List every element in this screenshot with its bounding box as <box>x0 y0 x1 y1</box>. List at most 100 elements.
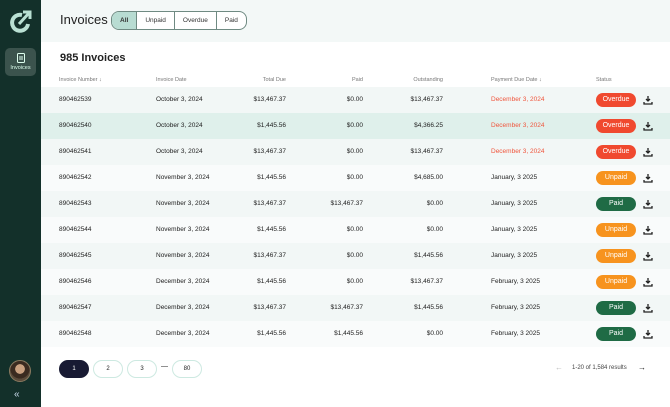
table-row[interactable]: 890462548 December 3, 2024 $1,445.56 $1,… <box>41 321 670 347</box>
paid-amount: $0.00 <box>346 174 363 181</box>
col-total-due[interactable]: Total Due <box>226 77 286 83</box>
status-badge: Unpaid <box>596 171 636 185</box>
paid-amount: $13,467.37 <box>330 200 363 207</box>
payment-due-date: January, 3 2025 <box>491 226 538 233</box>
invoice-date: November 3, 2024 <box>156 200 210 207</box>
sidebar-item-label: Invoices <box>10 65 31 71</box>
col-invoice-date[interactable]: Invoice Date <box>156 77 187 83</box>
invoice-date: November 3, 2024 <box>156 226 210 233</box>
outstanding-amount: $1,445.56 <box>414 304 443 311</box>
filter-all[interactable]: All <box>112 12 137 29</box>
invoice-date: November 3, 2024 <box>156 174 210 181</box>
payment-due-date: January, 3 2025 <box>491 252 538 259</box>
invoice-number: 890462543 <box>59 200 92 207</box>
page-80-button[interactable]: 80 <box>172 360 202 378</box>
download-icon[interactable] <box>643 303 653 313</box>
download-icon[interactable] <box>643 251 653 261</box>
paid-amount: $1,445.56 <box>334 330 363 337</box>
invoice-date: December 3, 2024 <box>156 304 210 311</box>
paid-amount: $0.00 <box>346 226 363 233</box>
invoice-number: 890462542 <box>59 174 92 181</box>
paid-amount: $0.00 <box>346 96 363 103</box>
total-due: $13,467.37 <box>253 304 286 311</box>
next-page-icon[interactable]: → <box>638 363 646 372</box>
invoices-card: 985 Invoices Invoice Number ↓ Invoice Da… <box>41 42 670 407</box>
invoice-date: December 3, 2024 <box>156 278 210 285</box>
download-icon[interactable] <box>643 329 653 339</box>
table-row[interactable]: 890462547 December 3, 2024 $13,467.37 $1… <box>41 295 670 321</box>
download-icon[interactable] <box>643 173 653 183</box>
invoice-date: December 3, 2024 <box>156 330 210 337</box>
sidebar: Invoices « <box>0 0 41 407</box>
sidebar-item-invoices[interactable]: Invoices <box>5 48 36 76</box>
payment-due-date: February, 3 2025 <box>491 330 541 337</box>
col-payment-due-date[interactable]: Payment Due Date ↓ <box>491 77 542 83</box>
outstanding-amount: $13,467.37 <box>410 278 443 285</box>
table-row[interactable]: 890462541 October 3, 2024 $13,467.37 $0.… <box>41 139 670 165</box>
download-icon[interactable] <box>643 147 653 157</box>
invoice-date: October 3, 2024 <box>156 148 203 155</box>
payment-due-date: January, 3 2025 <box>491 174 538 181</box>
download-icon[interactable] <box>643 225 653 235</box>
invoice-date: November 3, 2024 <box>156 252 210 259</box>
total-due: $13,467.37 <box>253 252 286 259</box>
page-3-button[interactable]: 3 <box>127 360 157 378</box>
total-due: $13,467.37 <box>253 96 286 103</box>
col-status: Status <box>596 77 612 83</box>
page-2-button[interactable]: 2 <box>93 360 123 378</box>
filter-paid[interactable]: Paid <box>215 12 246 29</box>
pagination-ellipsis: — <box>161 363 168 370</box>
invoice-number: 890462548 <box>59 330 92 337</box>
status-badge: Paid <box>596 301 636 315</box>
table-row[interactable]: 890462539 October 3, 2024 $13,467.37 $0.… <box>41 87 670 113</box>
header: Invoices All Unpaid Overdue Paid <box>41 0 670 42</box>
invoice-number: 890462539 <box>59 96 92 103</box>
download-icon[interactable] <box>643 199 653 209</box>
col-paid[interactable]: Paid <box>303 77 363 83</box>
paid-amount: $0.00 <box>346 148 363 155</box>
total-due: $1,445.56 <box>257 122 286 129</box>
table-row[interactable]: 890462543 November 3, 2024 $13,467.37 $1… <box>41 191 670 217</box>
payment-due-date: December 3, 2024 <box>491 122 545 129</box>
download-icon[interactable] <box>643 95 653 105</box>
status-filter: All Unpaid Overdue Paid <box>111 11 247 30</box>
avatar[interactable] <box>9 360 31 382</box>
results-summary: 1-20 of 1,584 results <box>572 365 627 371</box>
payment-due-date: February, 3 2025 <box>491 278 541 285</box>
col-outstanding[interactable]: Outstanding <box>383 77 443 83</box>
invoice-number: 890462547 <box>59 304 92 311</box>
prev-page-icon[interactable]: ← <box>555 363 563 372</box>
outstanding-amount: $13,467.37 <box>410 96 443 103</box>
page-1-button[interactable]: 1 <box>59 360 89 378</box>
status-badge: Unpaid <box>596 275 636 289</box>
table-row[interactable]: 890462544 November 3, 2024 $1,445.56 $0.… <box>41 217 670 243</box>
download-icon[interactable] <box>643 277 653 287</box>
invoice-number: 890462544 <box>59 226 92 233</box>
download-icon[interactable] <box>643 121 653 131</box>
invoice-number: 890462545 <box>59 252 92 259</box>
paid-amount: $13,467.37 <box>330 304 363 311</box>
table-row[interactable]: 890462545 November 3, 2024 $13,467.37 $0… <box>41 243 670 269</box>
invoice-date: October 3, 2024 <box>156 122 203 129</box>
status-badge: Unpaid <box>596 249 636 263</box>
logo-icon <box>10 10 32 33</box>
paid-amount: $0.00 <box>346 278 363 285</box>
invoice-number: 890462546 <box>59 278 92 285</box>
outstanding-amount: $4,366.25 <box>414 122 443 129</box>
col-invoice-number[interactable]: Invoice Number ↓ <box>59 77 102 83</box>
status-badge: Paid <box>596 197 636 211</box>
table-row[interactable]: 890462542 November 3, 2024 $1,445.56 $0.… <box>41 165 670 191</box>
paid-amount: $0.00 <box>346 122 363 129</box>
filter-unpaid[interactable]: Unpaid <box>136 12 174 29</box>
filter-overdue[interactable]: Overdue <box>173 12 216 29</box>
total-due: $1,445.56 <box>257 226 286 233</box>
collapse-sidebar-icon[interactable]: « <box>14 389 20 400</box>
outstanding-amount: $4,685.00 <box>414 174 443 181</box>
status-badge: Overdue <box>596 93 636 107</box>
status-badge: Unpaid <box>596 223 636 237</box>
table-row[interactable]: 890462546 December 3, 2024 $1,445.56 $0.… <box>41 269 670 295</box>
page-title: Invoices <box>60 12 108 27</box>
table-row[interactable]: 890462540 October 3, 2024 $1,445.56 $0.0… <box>41 113 670 139</box>
invoice-number: 890462540 <box>59 122 92 129</box>
outstanding-amount: $1,445.56 <box>414 252 443 259</box>
